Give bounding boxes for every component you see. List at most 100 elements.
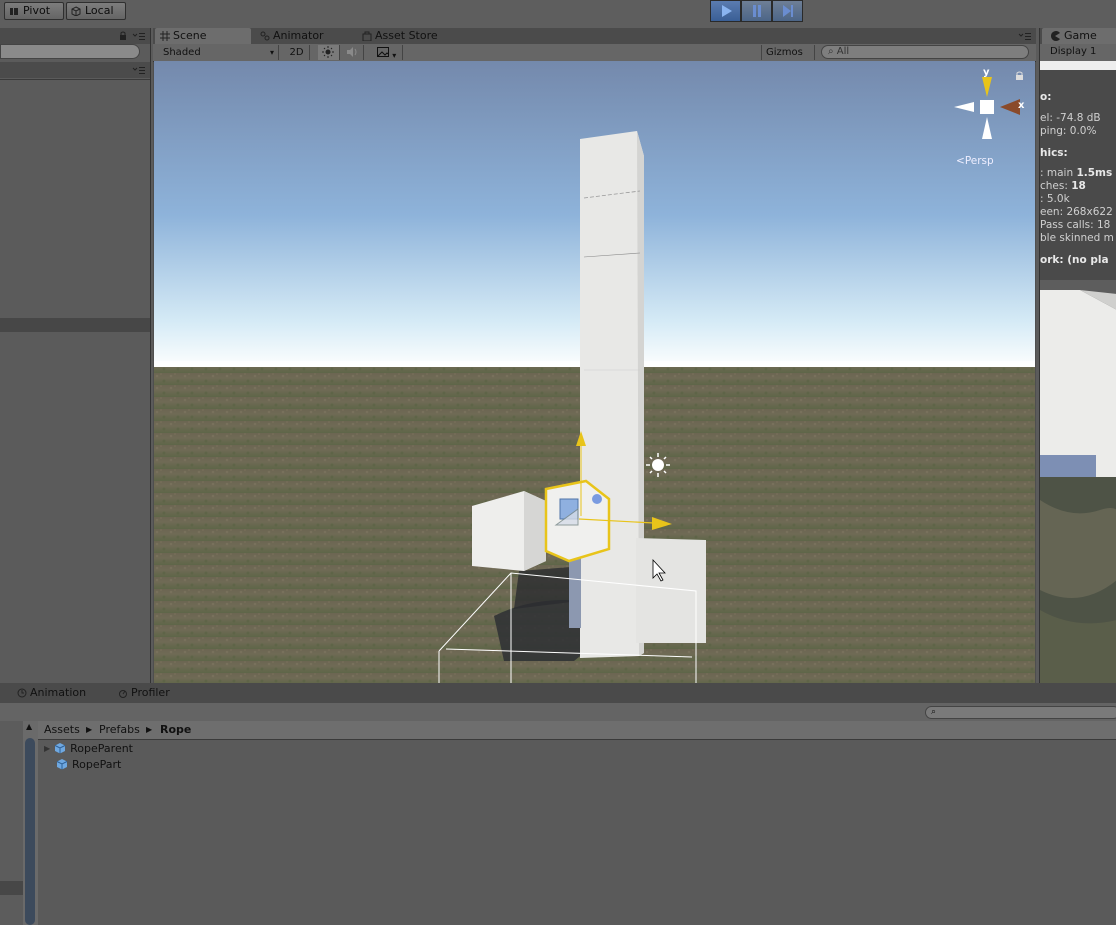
selected-row[interactable] [0,318,150,332]
asset-row[interactable]: RopePart [44,756,121,772]
bottom-tabbar: Animation Profiler [0,683,1116,703]
tab-animator[interactable]: Animator [255,28,351,44]
effects-dropdown[interactable]: ▾ [373,45,403,60]
breadcrumb-separator-icon: ▶ [86,725,93,734]
axis-y-label: y [983,67,990,78]
breadcrumb-item-assets[interactable]: Assets [44,723,80,736]
play-icon [721,5,732,17]
search-icon: ⌕ [828,46,834,57]
pivot-icon [10,8,18,15]
profiler-icon [119,690,127,698]
asset-name: RopeParent [70,741,133,755]
tab-game-label: Game [1064,29,1097,42]
persp-icon: < [956,155,965,167]
stat-graphics-header: hics: [1040,147,1068,159]
local-cube-icon [71,6,81,16]
search-icon: ⌕ [931,707,937,717]
asset-name: RopePart [72,757,122,771]
tab-profiler-label: Profiler [131,686,170,699]
local-label: Local [85,4,114,17]
tab-animation-label: Animation [30,686,87,699]
folder-selected-row[interactable] [0,881,23,895]
folder-scrollbar-track[interactable]: ▲ [23,721,38,925]
project-search-input[interactable]: ⌕ [925,706,1116,719]
dropdown-arrow-icon: ▾ [269,48,274,57]
display-dropdown[interactable]: Display 1 [1050,46,1096,57]
scroll-up-icon[interactable]: ▲ [26,722,32,731]
tab-profiler[interactable]: Profiler [113,685,203,701]
persp-label: Persp [964,155,994,167]
hierarchy-search-input[interactable] [0,44,140,59]
stat-cpu-main: : main 1.5ms [1040,167,1113,179]
audio-toggle[interactable] [342,45,364,60]
stat-level: el: -74.8 dB [1040,112,1101,124]
playback-controls [710,0,803,22]
stat-network: ork: (no pla [1040,254,1109,266]
stats-overlay: o: el: -74.8 dB ping: 0.0% hics: : main … [1040,70,1116,280]
expand-arrow-icon[interactable]: ▶ [44,744,50,753]
project-toolbar: ⌕ [0,703,1116,722]
asset-row[interactable]: ▶ RopeParent [44,740,133,756]
stat-clipping: ping: 0.0% [1040,125,1097,137]
stat-batches: ches: 18 [1040,180,1086,192]
scene-viewport[interactable]: y x <Persp [154,61,1035,683]
tab-animator-label: Animator [273,29,324,42]
game-pacman-icon [1051,31,1060,41]
panel-menu-icon[interactable] [132,32,146,41]
stat-audio-header: o: [1040,91,1052,103]
tab-animation[interactable]: Animation [12,685,112,701]
hierarchy-tabbar [0,28,150,44]
image-icon [377,47,389,57]
divider [0,79,150,80]
panel-menu-icon[interactable] [132,66,146,75]
tab-game[interactable]: Game [1042,28,1116,44]
panel-menu-icon[interactable] [1018,32,1032,41]
orientation-gizmo[interactable]: y x <Persp [952,67,1024,167]
shading-mode-dropdown[interactable]: Shaded ▾ [159,45,279,60]
breadcrumb: Assets ▶ Prefabs ▶ Rope [38,721,1116,740]
scene-search-input[interactable]: ⌕ All [821,45,1029,59]
local-button[interactable]: Local [66,2,126,20]
tab-asset-store[interactable]: Asset Store [357,28,457,44]
game-view-top [1040,61,1116,70]
folder-scrollbar-thumb[interactable] [25,738,35,925]
mode-2d-toggle[interactable]: 2D [284,45,310,60]
breadcrumb-separator-icon: ▶ [146,725,153,734]
gizmos-label: Gizmos [766,47,803,58]
game-toolbar: Display 1 [1040,44,1116,62]
scene-toolbar: Shaded ▾ 2D ▾ Gizmos ▾ ⌕ All [153,44,1036,72]
sun-icon [322,46,334,58]
scene-panel: Scene Animator Asset Store Shaded ▾ 2D ▾ [153,28,1036,683]
pause-button[interactable] [741,0,772,22]
gizmo-lock-icon[interactable] [1015,71,1024,81]
folder-tree: ▲ [0,721,38,925]
clock-icon [17,688,27,698]
tab-scene-label: Scene [173,29,207,42]
game-view-render [1040,280,1116,683]
gizmos-dropdown[interactable]: Gizmos ▾ [761,45,815,72]
stat-tris: : 5.0k [1040,193,1070,205]
scene-tabbar: Scene Animator Asset Store [153,28,1036,44]
speaker-icon [347,47,357,57]
tab-scene[interactable]: Scene [155,28,251,44]
pivot-label: Pivot [23,4,51,17]
shading-mode-value: Shaded [163,47,201,58]
mode-2d-label: 2D [289,47,304,58]
game-panel: Game Display 1 o: el: -74.8 dB ping: 0.0… [1039,28,1116,683]
stat-setpass-calls: Pass calls: 18 [1040,219,1111,231]
scene-render [154,61,1035,683]
dropdown-arrow-icon: ▾ [392,51,397,60]
lighting-toggle[interactable] [318,45,340,60]
pivot-button[interactable]: Pivot [4,2,64,20]
shopping-bag-icon [362,31,372,41]
step-button[interactable] [772,0,803,22]
main-toolbar: Pivot Local [0,0,1116,28]
stat-visible-skinned: ble skinned m [1040,232,1114,244]
perspective-toggle[interactable]: <Persp [956,155,994,167]
breadcrumb-item-rope[interactable]: Rope [160,723,191,736]
inspector-tabbar [0,62,150,78]
play-button[interactable] [710,0,741,22]
breadcrumb-item-prefabs[interactable]: Prefabs [99,723,140,736]
step-icon [782,5,793,17]
lock-icon[interactable] [118,31,128,41]
